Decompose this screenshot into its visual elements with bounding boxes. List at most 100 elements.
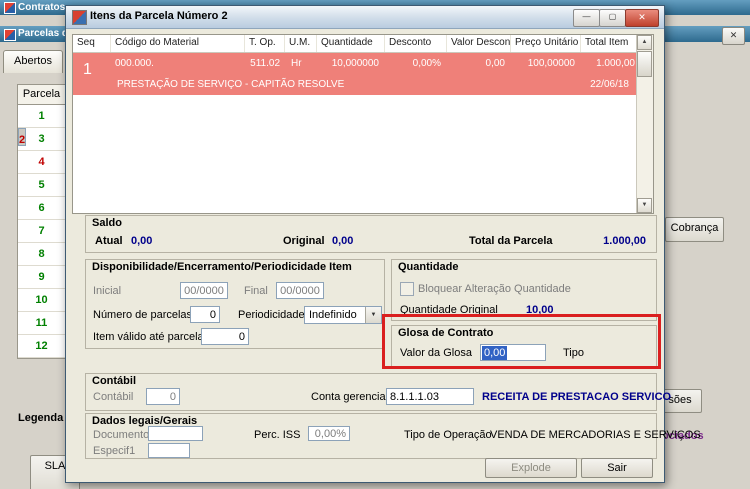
conta-gerencial-input[interactable] [386, 388, 474, 405]
background-close-button[interactable]: ✕ [722, 27, 745, 45]
parcela-number: 6 [38, 202, 45, 214]
parcela-number: 3 [38, 133, 45, 145]
glosa-title: Glosa de Contrato [398, 327, 494, 339]
item-valido-label: Item válido até parcela [93, 331, 204, 343]
chevron-down-icon[interactable]: ▼ [365, 307, 381, 323]
cobranca-button[interactable]: Cobrança [665, 217, 724, 242]
quantidade-groupbox: Quantidade Bloquear Alteração Quantidade… [391, 259, 657, 321]
saldo-groupbox: Saldo Atual 0,00 Original 0,00 Total da … [85, 215, 657, 253]
grid-row-values: 000.000. 511.02 Hr 10,000000 0,00% 0,00 … [111, 58, 639, 69]
periodicidade-select[interactable]: Indefinido ▼ [304, 306, 382, 324]
dialog-title: Itens da Parcela Número 2 [90, 10, 228, 22]
saldo-title: Saldo [92, 217, 122, 229]
numero-parcelas-input[interactable] [190, 306, 220, 323]
documento-label: Documento [93, 429, 150, 441]
cell-valor-desconto: 0,00 [485, 58, 505, 69]
parcela-row[interactable]: 12 [18, 335, 65, 358]
conta-gerencial-desc: RECEITA DE PRESTACAO SERVICO [482, 391, 672, 403]
parcelas-panel-icon [4, 29, 16, 41]
valor-glosa-input[interactable]: 0,00 [480, 344, 546, 361]
parcela-row[interactable]: 10 [18, 289, 65, 312]
contratos-title: Contratos [18, 2, 66, 13]
parcela-number: 5 [38, 179, 45, 191]
cell-desconto: 0,00% [412, 58, 441, 69]
parcela-number: 4 [38, 156, 45, 168]
contratos-app-icon [4, 2, 16, 14]
parcela-row[interactable]: 6 [18, 197, 65, 220]
scroll-down-icon[interactable]: ▼ [637, 198, 652, 213]
col-total-item: Total Item [585, 37, 629, 48]
scroll-up-icon[interactable]: ▲ [637, 35, 652, 50]
final-input[interactable] [276, 282, 324, 299]
parcela-number: 9 [38, 271, 45, 283]
bloquear-checkbox[interactable] [400, 282, 414, 296]
items-grid: Seq Código do Material T. Op. U.M. Quant… [72, 34, 654, 214]
original-value: 0,00 [332, 235, 354, 247]
original-label: Original [283, 235, 325, 247]
conta-gerencial-label: Conta gerencial [311, 391, 389, 403]
parcela-row[interactable]: 4 [18, 151, 65, 174]
contabil-input[interactable] [146, 388, 180, 405]
periodicidade-value: Indefinido [309, 309, 357, 321]
parcela-number: 11 [35, 317, 48, 329]
parcela-row-selected[interactable]: 2 [18, 128, 27, 146]
explode-button[interactable]: Explode [485, 458, 577, 478]
documento-input[interactable] [148, 426, 203, 441]
parcela-row[interactable]: 5 [18, 174, 65, 197]
grid-vertical-scrollbar[interactable]: ▲ ▼ [636, 35, 653, 213]
cell-data: 22/06/18 [590, 79, 629, 90]
parcela-row[interactable]: 1 [18, 105, 65, 128]
perc-iss-input[interactable] [308, 426, 350, 441]
parcelas-panel-title: Parcelas di [18, 28, 71, 39]
parcela-table: Parcela 1 2 3 4 5 6 7 8 9 10 11 12 [17, 84, 66, 359]
col-quantidade: Quantidade [317, 35, 385, 52]
quantidade-original-label: Quantidade Original [400, 304, 498, 316]
tipo-operacao-label: Tipo de Operação [404, 429, 492, 441]
parcela-number: 7 [38, 225, 45, 237]
cell-codigo-material: 000.000. [115, 58, 154, 69]
quantidade-original-value: 10,00 [526, 304, 554, 316]
cell-total-item: 1.000,00 [596, 58, 635, 69]
disponibilidade-title: Disponibilidade/Encerramento/Periodicida… [92, 261, 352, 273]
especif1-input[interactable] [148, 443, 190, 458]
parcela-row[interactable]: 11 [18, 312, 65, 335]
tab-abertos-label: Abertos [14, 55, 52, 67]
periodicidade-label: Periodicidade [238, 309, 305, 321]
grid-row-selected[interactable]: 1 000.000. 511.02 Hr 10,000000 0,00% 0,0… [73, 53, 637, 95]
sair-button[interactable]: Sair [581, 458, 653, 478]
col-preco-unitario: Preço Unitário [511, 35, 581, 52]
dialog-icon [72, 10, 87, 25]
grid-header-row: Seq Código do Material T. Op. U.M. Quant… [73, 35, 653, 53]
cell-preco-unitario: 100,00000 [527, 58, 575, 69]
parcela-row[interactable]: 9 [18, 266, 65, 289]
final-label: Final [244, 285, 268, 297]
valor-glosa-label: Valor da Glosa [400, 347, 472, 359]
screen: Contratos Parcelas di ✕ Abertos Parcela … [0, 0, 750, 489]
tab-abertos[interactable]: Abertos [3, 50, 63, 73]
atual-label: Atual [95, 235, 123, 247]
item-valido-input[interactable] [201, 328, 249, 345]
tipo-operacao-value: VENDA DE MERCADORIAS E SERVIÇOS [490, 429, 701, 441]
parcela-number: 12 [35, 340, 48, 352]
parcela-number: 1 [38, 110, 45, 122]
parcela-row[interactable]: 7 [18, 220, 65, 243]
contabil-label: Contábil [93, 391, 134, 403]
scrollbar-thumb[interactable] [637, 51, 652, 77]
dados-legais-groupbox: Dados legais/Gerais Documento Perc. ISS … [85, 413, 701, 459]
atual-value: 0,00 [131, 235, 153, 247]
legenda-label: Legenda [18, 412, 64, 424]
maximize-button[interactable]: ▢ [599, 9, 626, 27]
parcela-row[interactable]: 8 [18, 243, 65, 266]
itens-parcela-dialog: Itens da Parcela Número 2 — ▢ ✕ Seq Códi… [65, 5, 701, 483]
col-seq: Seq [73, 35, 111, 52]
tipo-label: Tipo [563, 347, 584, 359]
close-button[interactable]: ✕ [625, 9, 659, 27]
numero-parcelas-label: Número de parcelas [93, 309, 193, 321]
dialog-titlebar[interactable]: Itens da Parcela Número 2 — ▢ ✕ [66, 6, 664, 29]
inicial-input[interactable] [180, 282, 228, 299]
col-desconto: Desconto [385, 35, 447, 52]
bloquear-label: Bloquear Alteração Quantidade [418, 283, 571, 295]
cell-um: Hr [291, 58, 302, 69]
minimize-button[interactable]: — [573, 9, 600, 27]
dialog-body: Seq Código do Material T. Op. U.M. Quant… [66, 29, 701, 482]
